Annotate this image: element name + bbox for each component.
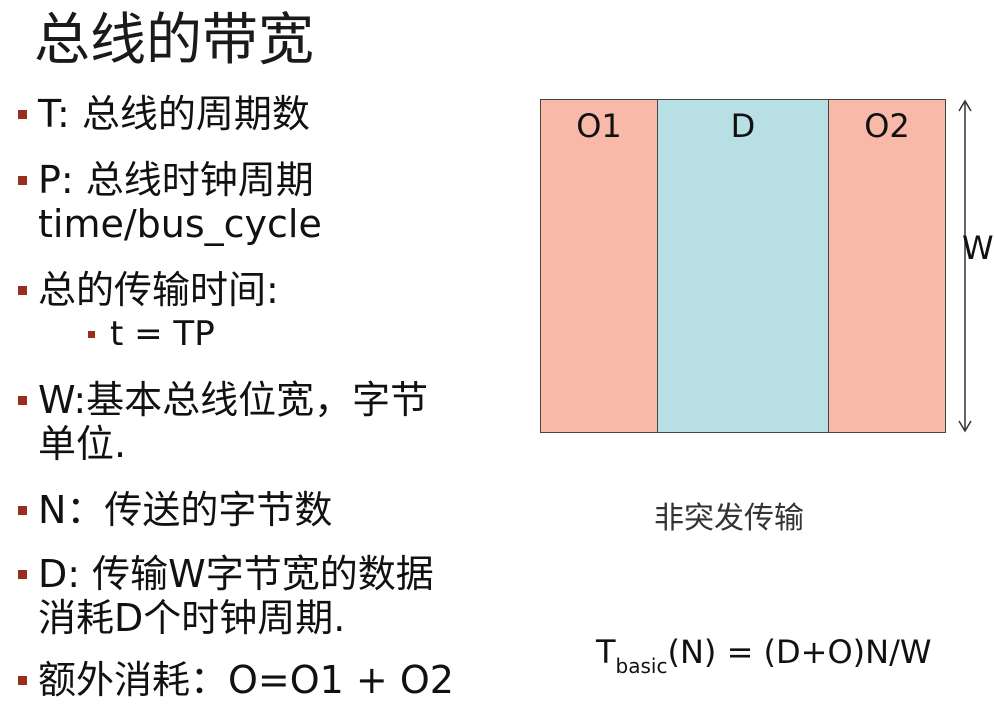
bullet-square-icon [18,676,27,685]
bullet-square-icon [18,506,27,515]
sub-bullet-text: t = TP [110,314,215,354]
bullet-item-overhead: 额外消耗：O=O1 + O2 [18,658,498,702]
formula-base: T [596,633,616,671]
slide-title: 总线的带宽 [34,8,314,73]
bullet-text: N：传送的字节数 [38,488,333,532]
width-label: W [962,229,994,267]
bullet-item-n: N：传送的字节数 [18,488,498,532]
sub-bullet-square-icon [88,331,95,338]
bullet-text: 额外消耗：O=O1 + O2 [38,658,454,702]
sub-bullet-item: t = TP [88,314,215,354]
bullet-square-icon [18,176,27,185]
bullet-item-total-time: 总的传输时间: [18,268,498,312]
segment-o1: O1 [540,99,658,433]
segment-d: D [657,99,829,433]
transfer-diagram: O1 D O2 [540,99,946,433]
segment-d-label: D [730,107,756,145]
bullet-text: 总的传输时间: [38,268,279,312]
bullet-text: W:基本总线位宽，字节 [38,378,429,422]
formula-subscript: basic [615,654,668,678]
bullet-text-continued: 消耗D个时钟周期. [38,596,346,640]
bullet-text: P: 总线时钟周期 [38,158,314,202]
bullet-item-w: W:基本总线位宽，字节 单位. [18,378,498,466]
bullet-text-continued: 单位. [38,422,127,466]
bullet-item-t: T: 总线的周期数 [18,92,498,136]
bullet-square-icon [18,110,27,119]
bullet-item-p: P: 总线时钟周期 time/bus_cycle [18,158,498,246]
diagram-caption: 非突发传输 [654,501,804,536]
segment-o1-label: O1 [576,107,622,145]
bullet-square-icon [18,286,27,295]
segment-o2-label: O2 [864,107,910,145]
bullet-square-icon [18,570,27,579]
bandwidth-formula: Tbasic(N) = (D+O)N/W [596,630,932,678]
segment-o2: O2 [828,99,946,433]
bullet-text: D: 传输W字节宽的数据 [38,552,434,596]
bullet-text: T: 总线的周期数 [38,92,310,136]
bullet-item-d: D: 传输W字节宽的数据 消耗D个时钟周期. [18,552,498,640]
bullet-text-continued: time/bus_cycle [38,202,322,246]
bullet-square-icon [18,396,27,405]
formula-rest: (N) = (D+O)N/W [667,633,932,671]
